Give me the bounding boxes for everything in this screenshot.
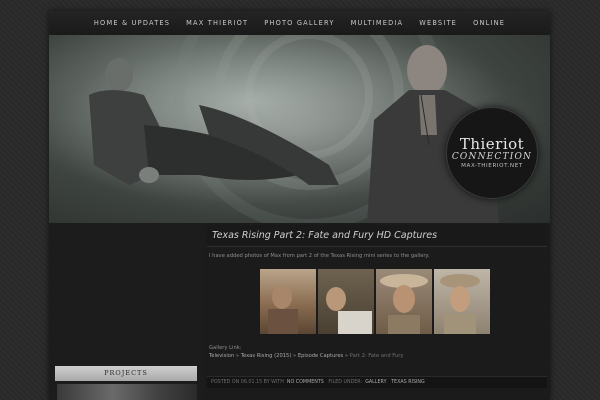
meta-category-gallery[interactable]: GALLERY	[365, 380, 386, 385]
gallery-thumbnail[interactable]	[318, 269, 374, 334]
post-text: I have added photos of Max from part 2 o…	[209, 253, 430, 259]
thumbnail-figure-4	[440, 274, 480, 334]
sidebar-project-image[interactable]	[57, 384, 197, 400]
post-title[interactable]: Texas Rising Part 2: Fate and Fury HD Ca…	[207, 225, 547, 247]
sidebar: PROJECTS	[49, 223, 204, 400]
breadcrumb-episode-captures[interactable]: Episode Captures	[298, 353, 343, 359]
sidebar-projects-title: PROJECTS	[55, 366, 197, 381]
meta-category-texas-rising[interactable]: TEXAS RISING	[391, 380, 425, 385]
breadcrumb-television[interactable]: Television	[209, 353, 234, 359]
nav-online[interactable]: Online	[465, 19, 513, 27]
gallery-link-label: Gallery Link:	[209, 345, 242, 351]
thumbnail-figure-2	[326, 287, 372, 334]
nav-max-thieriot[interactable]: Max Thieriot	[178, 19, 256, 27]
post-meta: POSTED ON 06.01.15 BY WITH NO COMMENTS F…	[207, 376, 547, 388]
page-container: Home & Updates Max Thieriot Photo Galler…	[49, 11, 550, 400]
logo-subtitle: CONNECTION	[451, 152, 533, 162]
site-logo[interactable]: Thieriot CONNECTION MAX-THIERIOT.NET	[446, 107, 538, 199]
gallery-thumbnail[interactable]	[434, 269, 490, 334]
top-navigation: Home & Updates Max Thieriot Photo Galler…	[49, 11, 550, 36]
gallery-thumbnail[interactable]	[376, 269, 432, 334]
nav-home-updates[interactable]: Home & Updates	[86, 19, 178, 27]
gallery-thumbnail[interactable]	[260, 269, 316, 334]
meta-comments-link[interactable]: NO COMMENTS	[287, 380, 324, 385]
breadcrumb-texas-rising[interactable]: Texas Rising (2015)	[241, 353, 292, 359]
nav-photo-gallery[interactable]: Photo Gallery	[256, 19, 342, 27]
nav-multimedia[interactable]: Multimedia	[343, 19, 412, 27]
thumbnail-figure-1	[268, 285, 298, 334]
main-content: Texas Rising Part 2: Fate and Fury HD Ca…	[204, 223, 550, 400]
logo-url: MAX-THIERIOT.NET	[461, 163, 523, 169]
nav-website[interactable]: Website	[411, 19, 465, 27]
header-banner: Thieriot CONNECTION MAX-THIERIOT.NET	[49, 35, 550, 223]
meta-filed-under: FILED UNDER:	[328, 380, 363, 385]
breadcrumb-current: Part 2: Fate and Fury	[349, 353, 404, 359]
gallery-thumbnails	[260, 269, 490, 334]
thumbnail-figure-3	[380, 274, 428, 334]
gallery-breadcrumb: Television » Texas Rising (2015) » Episo…	[209, 353, 403, 359]
logo-title: Thieriot	[459, 135, 525, 153]
meta-posted: POSTED ON 06.01.15 BY WITH	[211, 380, 284, 385]
